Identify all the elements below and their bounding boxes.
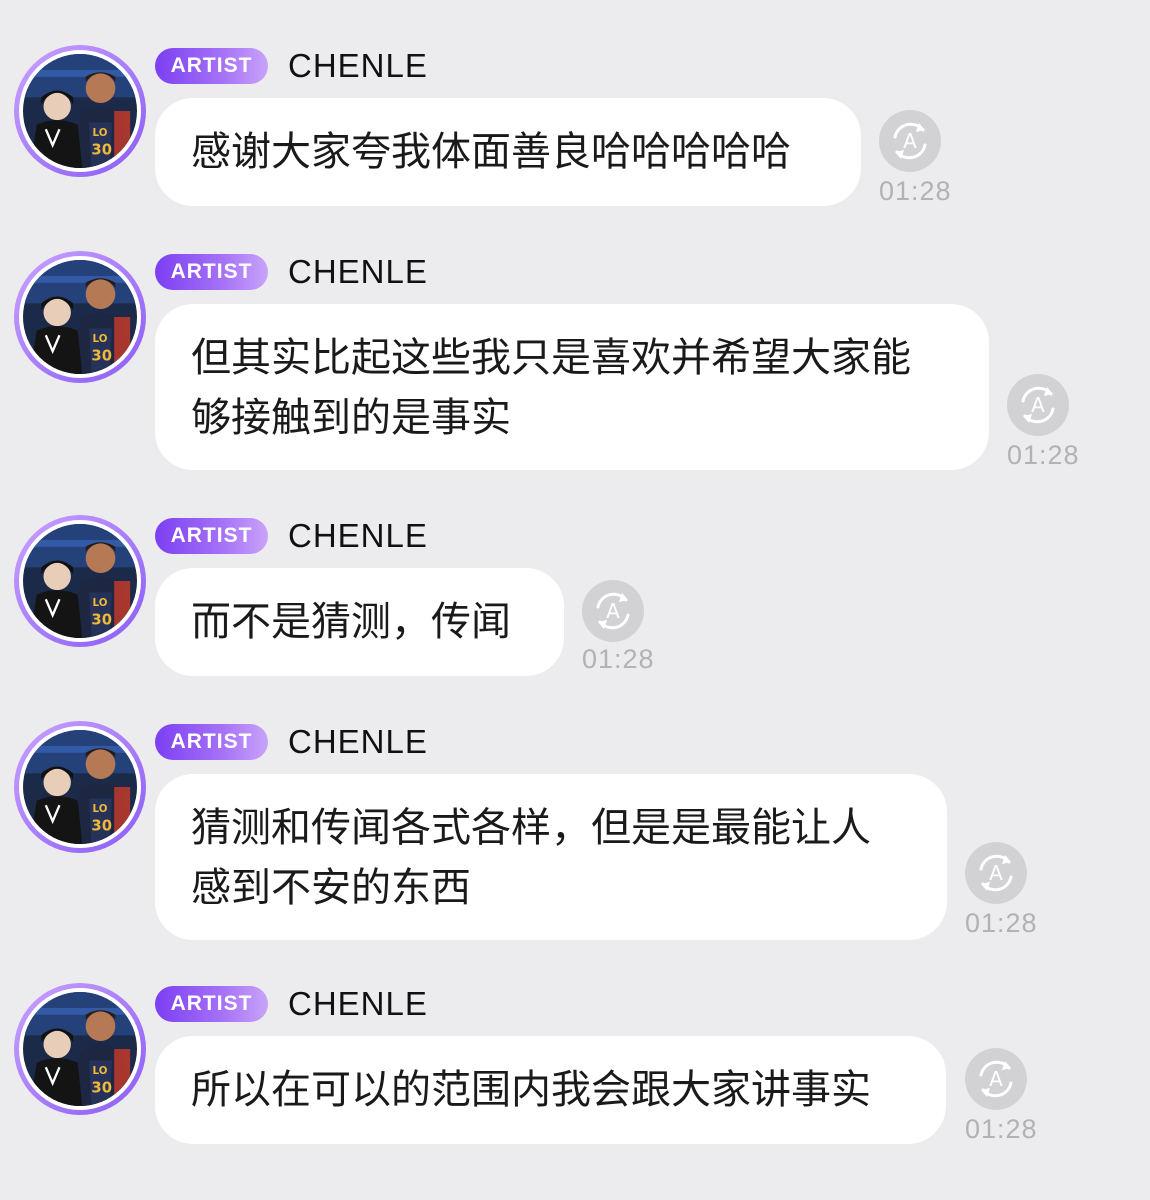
message-bubble[interactable]: 所以在可以的范围内我会跟大家讲事实 — [155, 1036, 946, 1144]
svg-text:LO: LO — [93, 1065, 108, 1077]
artist-badge: ARTIST — [155, 48, 268, 84]
message-text-line: 感谢大家夸我体面善良哈哈哈哈哈 — [191, 129, 791, 175]
translate-icon[interactable]: A — [965, 1048, 1027, 1110]
avatar-photo: LO 30 — [23, 730, 137, 844]
message-text-line: 所以在可以的范围内我会跟大家讲事实 — [191, 1067, 871, 1113]
message-bubble[interactable]: 但其实比起这些我只是喜欢并希望大家能 够接触到的是事实 — [155, 304, 989, 470]
avatar-photo: LO 30 — [23, 992, 137, 1106]
artist-avatar[interactable]: LO 30 — [14, 45, 146, 177]
avatar-photo: LO 30 — [23, 260, 137, 374]
svg-text:LO: LO — [93, 127, 108, 139]
svg-text:30: 30 — [91, 611, 112, 628]
avatar-photo: LO 30 — [23, 524, 137, 638]
svg-text:A: A — [989, 861, 1003, 885]
artist-avatar[interactable]: LO 30 — [14, 721, 146, 853]
svg-text:30: 30 — [91, 347, 112, 364]
svg-text:30: 30 — [91, 817, 112, 834]
svg-text:LO: LO — [93, 597, 108, 609]
sender-name: CHENLE — [288, 517, 428, 554]
svg-text:A: A — [903, 129, 917, 153]
message-bubble[interactable]: 猜测和传闻各式各样，但是是最能让人 感到不安的东西 — [155, 774, 947, 940]
message-timestamp: 01:28 — [879, 176, 952, 206]
svg-text:LO: LO — [93, 803, 108, 815]
sender-name: CHENLE — [288, 723, 428, 760]
message-bubble[interactable]: 感谢大家夸我体面善良哈哈哈哈哈 — [155, 98, 861, 206]
artist-avatar[interactable]: LO 30 — [14, 515, 146, 647]
artist-badge: ARTIST — [155, 254, 268, 290]
svg-text:A: A — [989, 1067, 1003, 1091]
svg-text:A: A — [606, 599, 620, 623]
message-bubble[interactable]: 而不是猜测，传闻 — [155, 568, 564, 676]
message-text-line: 感到不安的东西 — [191, 865, 471, 911]
translate-icon[interactable]: A — [1007, 374, 1069, 436]
sender-name: CHENLE — [288, 253, 428, 290]
message-timestamp: 01:28 — [965, 908, 1038, 938]
translate-icon[interactable]: A — [879, 110, 941, 172]
artist-badge: ARTIST — [155, 986, 268, 1022]
translate-icon[interactable]: A — [582, 580, 644, 642]
sender-name: CHENLE — [288, 985, 428, 1022]
sender-name: CHENLE — [288, 47, 428, 84]
svg-text:A: A — [1031, 393, 1045, 417]
svg-text:30: 30 — [91, 1079, 112, 1096]
avatar-photo: LO 30 — [23, 54, 137, 168]
message-text-line: 够接触到的是事实 — [191, 395, 511, 441]
message-timestamp: 01:28 — [582, 644, 655, 674]
artist-badge: ARTIST — [155, 518, 268, 554]
message-timestamp: 01:28 — [1007, 440, 1080, 470]
message-text-line: 而不是猜测，传闻 — [191, 599, 511, 645]
message-text-line: 猜测和传闻各式各样，但是是最能让人 — [191, 805, 871, 851]
svg-text:LO: LO — [93, 333, 108, 345]
translate-icon[interactable]: A — [965, 842, 1027, 904]
artist-avatar[interactable]: LO 30 — [14, 251, 146, 383]
artist-badge: ARTIST — [155, 724, 268, 760]
svg-text:30: 30 — [91, 141, 112, 158]
artist-avatar[interactable]: LO 30 — [14, 983, 146, 1115]
message-timestamp: 01:28 — [965, 1114, 1038, 1144]
message-text-line: 但其实比起这些我只是喜欢并希望大家能 — [191, 335, 911, 381]
